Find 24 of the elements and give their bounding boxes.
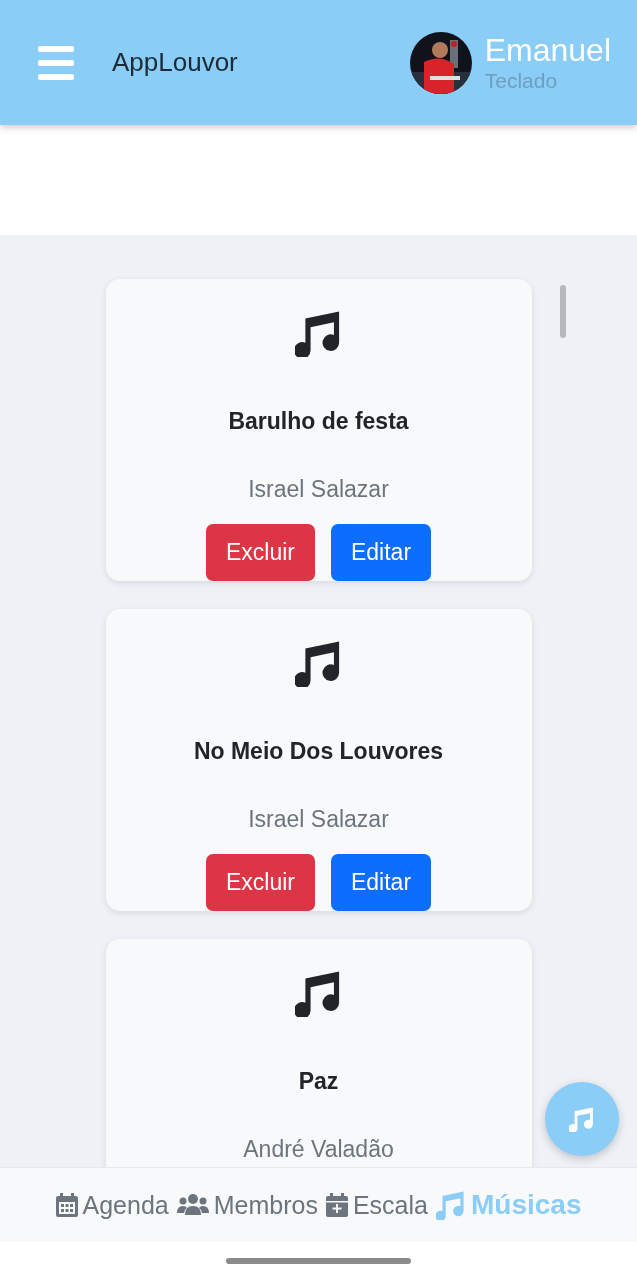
nav-tab[interactable]: Membros xyxy=(176,1190,318,1220)
song-title: No Meio Dos Louvores xyxy=(193,737,444,765)
calendar-plus-icon xyxy=(325,1193,348,1217)
edit-button[interactable]: Editar xyxy=(330,524,432,581)
delete-button[interactable]: Excluir xyxy=(205,854,315,911)
song-artist: Israel Salazar xyxy=(248,475,389,503)
nav-tab[interactable]: Agenda xyxy=(55,1190,169,1220)
music-note-icon xyxy=(435,1190,466,1220)
song-title: Paz xyxy=(298,1067,339,1095)
home-indicator[interactable] xyxy=(226,1258,411,1264)
delete-button[interactable]: Excluir xyxy=(205,524,315,581)
edit-button[interactable]: Editar xyxy=(330,854,432,911)
user-name: Emanuel xyxy=(484,31,611,68)
scrollbar[interactable] xyxy=(560,285,566,338)
music-note-icon xyxy=(569,1106,595,1132)
nav-tab[interactable]: Escala xyxy=(325,1190,428,1220)
song-artist: Israel Salazar xyxy=(248,805,389,833)
app-title: AppLouvor xyxy=(112,47,239,78)
users-icon xyxy=(176,1193,209,1217)
song-artist: André Valadão xyxy=(243,1135,394,1163)
add-song-button[interactable] xyxy=(545,1082,619,1156)
song-title: Barulho de festa xyxy=(228,407,409,435)
calendar-icon xyxy=(55,1193,78,1217)
menu-icon[interactable] xyxy=(38,45,74,80)
